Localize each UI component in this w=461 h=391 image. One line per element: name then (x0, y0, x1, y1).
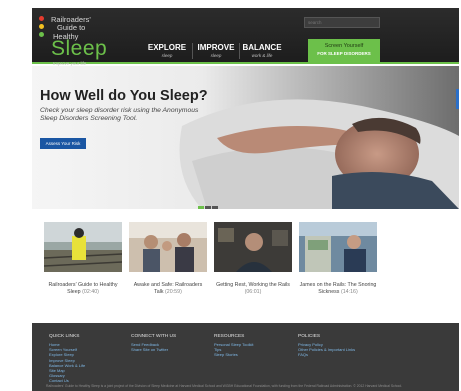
hero-subtitle: Check your sleep disorder risk using the… (40, 107, 199, 122)
carousel-dot[interactable] (205, 206, 211, 209)
site-header: Railroaders' Guide to Healthy Sleep Impr… (32, 8, 459, 66)
footer-heading: POLICIES (298, 334, 321, 339)
screen-button-top: Screen Yourself (324, 43, 364, 49)
video-duration: (20:59) (165, 288, 182, 295)
screen-yourself-button[interactable]: Screen Yourself FOR SLEEP DISORDERS (308, 39, 380, 62)
footer-quick-links: QUICK LINKS Home Screen Yourself Explore… (49, 334, 85, 384)
video-title: Getting Rest, Working the Rails (216, 282, 290, 288)
nav-improve-label: IMPROVE (197, 43, 235, 52)
video-card[interactable]: Awake and Safe: Railroaders Talk (20:59) (129, 222, 207, 295)
nav-improve[interactable]: IMPROVE sleep (193, 40, 239, 62)
video-title: James on the Rails: The Snoring Sickness (299, 282, 377, 295)
side-feedback-tab[interactable] (456, 89, 459, 109)
carousel-dot[interactable] (212, 206, 218, 209)
video-card[interactable]: Getting Rest, Working the Rails (06:01) (214, 222, 292, 295)
video-thumbnail (43, 222, 123, 272)
video-card[interactable]: Railroaders' Guide to Healthy Sleep (02:… (43, 222, 123, 295)
nav-explore[interactable]: EXPLORE sleep (142, 40, 192, 62)
screen-button-bottom: FOR SLEEP DISORDERS (317, 51, 371, 56)
video-duration: (02:40) (82, 288, 99, 295)
signal-light-icon (39, 16, 45, 40)
nav-balance-sub: work & life (251, 53, 273, 58)
site-footer: QUICK LINKS Home Screen Yourself Explore… (32, 323, 459, 391)
hero-title: How Well do You Sleep? (40, 88, 208, 104)
nav-explore-sub: sleep (161, 53, 173, 58)
video-thumbnail (129, 222, 207, 272)
logo-line-2: Guide to (57, 23, 86, 32)
footer-link[interactable]: Sleep Stories (214, 352, 254, 357)
footer-resources: RESOURCES Personal Sleep Toolkit Tips Sl… (214, 334, 254, 358)
nav-explore-label: EXPLORE (147, 43, 187, 52)
video-duration: (14:16) (340, 288, 358, 295)
footer-link[interactable]: Contact Us (49, 378, 85, 383)
carousel-dots (198, 198, 219, 209)
hero-carousel: How Well do You Sleep? Check your sleep … (32, 66, 459, 209)
video-card[interactable]: James on the Rails: The Snoring Sickness… (299, 222, 377, 295)
video-thumbnail (214, 222, 292, 272)
nav-balance[interactable]: BALANCE work & life (240, 40, 284, 62)
footer-link[interactable]: FAQs (298, 352, 355, 357)
carousel-dot[interactable] (198, 206, 204, 209)
footer-heading: QUICK LINKS (49, 334, 80, 339)
search-input[interactable] (304, 17, 380, 28)
footer-heading: CONNECT WITH US (131, 334, 177, 339)
nav-improve-sub: sleep (210, 53, 222, 58)
nav-balance-label: BALANCE (242, 43, 282, 52)
footer-link[interactable]: Share Site on Twitter (131, 347, 176, 352)
copyright-text: Railroaders' Guide to Healthy Sleep is a… (46, 384, 403, 388)
logo-brand: Sleep (51, 37, 108, 60)
video-list: Railroaders' Guide to Healthy Sleep (02:… (32, 222, 459, 317)
video-duration: (06:01) (244, 288, 262, 295)
footer-connect: CONNECT WITH US Send Feedback Share Site… (131, 334, 176, 352)
assess-risk-button[interactable]: Assess Your Risk (40, 138, 86, 149)
video-thumbnail (299, 222, 377, 272)
footer-heading: RESOURCES (214, 334, 245, 339)
footer-policies: POLICIES Privacy Policy Other Policies &… (298, 334, 355, 358)
site-logo[interactable]: Railroaders' Guide to Healthy Sleep Impr… (37, 13, 137, 66)
